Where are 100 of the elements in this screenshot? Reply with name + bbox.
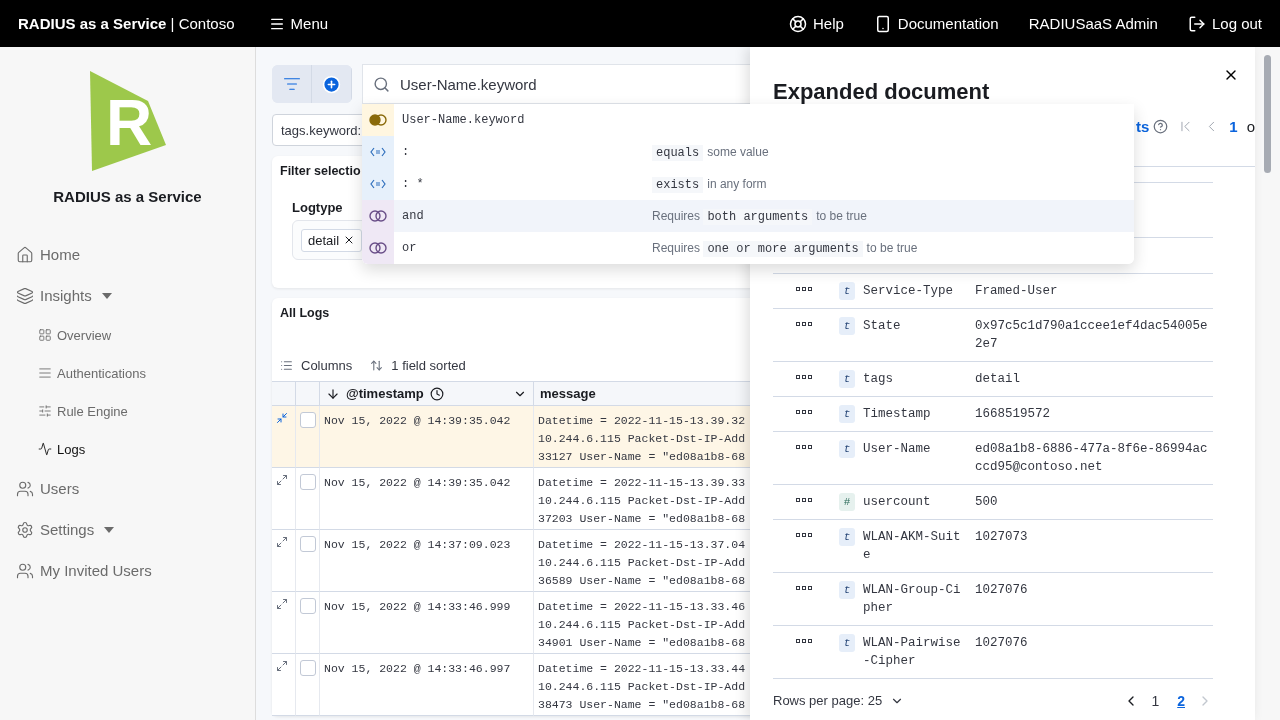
suggestion-item[interactable]: and Requires both arguments to be true (362, 200, 1134, 232)
filter-icon[interactable] (282, 75, 301, 93)
nav-item[interactable]: Insights (16, 275, 255, 316)
actions-icon[interactable] (796, 375, 812, 379)
actions-icon[interactable] (796, 287, 812, 291)
scrollbar-thumb[interactable] (1264, 55, 1271, 173)
column-header[interactable]: message (534, 381, 750, 406)
row-checkbox[interactable] (300, 474, 316, 490)
expand-icon[interactable] (276, 660, 288, 672)
field-value: 1668519572 (975, 406, 1051, 423)
timestamp-cell: Nov 15, 2022 @ 14:33:46.997 (320, 654, 534, 716)
field-value: ed08a1b8-6886-477a-8f6e-86994acccd95@contoso.net (975, 441, 1208, 476)
operator-icon (370, 147, 386, 157)
brand-title: RADIUS as a Service | Contoso (18, 15, 235, 32)
nav-item[interactable]: Settings (16, 509, 255, 550)
suggestion-item[interactable]: or Requires one or more arguments to be true (362, 232, 1134, 264)
header-link[interactable]: RADIUSaaS Admin (1028, 15, 1158, 32)
field-type-badge: # (839, 493, 855, 511)
sort-button[interactable]: 1 field sorted (370, 358, 466, 373)
field-type-badge: t (839, 282, 855, 300)
field-type-badge: t (839, 317, 855, 335)
actions-icon[interactable] (796, 445, 812, 449)
field-name: State (862, 318, 902, 335)
filter-chip[interactable]: detail (301, 228, 363, 252)
search-field[interactable]: User-Name.keyword (362, 64, 750, 104)
field-value: 500 (975, 494, 999, 511)
sort-icon[interactable] (370, 359, 384, 372)
flyout-title: Expanded document (773, 78, 991, 106)
page-button[interactable]: 1 (1145, 692, 1166, 709)
suggestion-item[interactable]: User-Name.keyword (362, 104, 1134, 136)
suggestion-item[interactable]: : equals some value (362, 136, 1134, 168)
header-link[interactable]: Log out (1187, 14, 1262, 33)
header-link[interactable]: Documentation (873, 14, 999, 33)
actions-icon[interactable] (796, 322, 812, 326)
column-header[interactable]: @timestamp (320, 381, 534, 406)
page-number[interactable]: 1 (1229, 118, 1238, 135)
actions-icon[interactable] (796, 639, 812, 643)
field-type-badge: t (839, 370, 855, 388)
page-button[interactable]: 2 (1171, 692, 1191, 709)
message-cell: Datetime = 2022-11-15-13.39.32 10.244.6.115 Packet-Dst-IP-Add 33127 User-Name = "ed08a1b8-68 (534, 406, 750, 468)
page-total-text: o (1246, 118, 1255, 135)
field-type-badge: t (839, 440, 855, 458)
operator-icon (370, 179, 386, 189)
timestamp-cell: Nov 15, 2022 @ 14:39:35.042 (320, 406, 534, 468)
intersect-icon (369, 242, 387, 254)
fields-link[interactable]: ts (1135, 118, 1150, 135)
suggestion-item[interactable]: : * exists in any form (362, 168, 1134, 200)
timestamp-cell: Nov 15, 2022 @ 14:37:09.023 (320, 530, 534, 592)
users-icon (16, 479, 34, 498)
panel-title: All Logs (280, 306, 330, 320)
field-name: WLAN-AKM-Suite (862, 529, 961, 564)
activity-icon (38, 442, 52, 456)
field-type-badge: t (839, 405, 855, 423)
list-icon[interactable] (280, 359, 293, 372)
actions-icon[interactable] (796, 410, 812, 414)
lifebuoy-icon[interactable] (788, 14, 807, 33)
expand-icon[interactable] (276, 536, 288, 548)
row-checkbox[interactable] (300, 660, 316, 676)
nav-subitem[interactable]: Rule Engine (16, 392, 255, 430)
nav-item[interactable]: My Invited Users (16, 550, 255, 591)
row-checkbox[interactable] (300, 536, 316, 552)
menu-button[interactable]: Menu (268, 15, 329, 32)
nav-subitem[interactable]: Authentications (16, 354, 255, 392)
collapse-icon[interactable] (276, 412, 288, 424)
actions-icon[interactable] (796, 498, 812, 502)
app-name: RADIUS as a Service (53, 188, 202, 205)
field-type-badge: t (839, 528, 855, 546)
field-name: WLAN-Group-Cipher (862, 582, 961, 617)
row-checkbox[interactable] (300, 598, 316, 614)
list-icon (38, 366, 52, 380)
actions-icon[interactable] (796, 533, 812, 537)
timestamp-cell: Nov 15, 2022 @ 14:39:35.042 (320, 468, 534, 530)
nav-item[interactable]: Users (16, 468, 255, 509)
nav-subitem[interactable]: Logs (16, 430, 255, 468)
logout-icon[interactable] (1187, 14, 1206, 33)
header-link[interactable]: Help (788, 14, 844, 33)
arrow-down-icon[interactable] (326, 386, 340, 401)
rows-per-page-button[interactable]: Rows per page: 25 (773, 693, 905, 708)
field-value: 1027076 (975, 635, 1029, 652)
field-icon (369, 114, 387, 126)
field-value: 1027073 (975, 529, 1029, 546)
sliders-icon (38, 404, 52, 418)
header-cell (296, 381, 320, 406)
intersect-icon (369, 210, 387, 222)
expand-icon[interactable] (276, 474, 288, 486)
plus-icon[interactable] (322, 74, 341, 94)
nav-item[interactable]: Home (16, 234, 255, 275)
settings-icon (16, 520, 34, 539)
field-type-badge: t (839, 581, 855, 599)
logo: R (87, 71, 168, 171)
nav-subitem[interactable]: Overview (16, 316, 255, 354)
row-checkbox[interactable] (300, 412, 316, 428)
field-value: Framed-User (975, 283, 1059, 300)
actions-icon[interactable] (796, 586, 812, 590)
field-type-badge: t (839, 634, 855, 652)
grid-icon (38, 328, 52, 342)
layers-icon (16, 286, 34, 305)
columns-button[interactable]: Columns (280, 358, 353, 373)
expand-icon[interactable] (276, 598, 288, 610)
help-icon[interactable] (1153, 119, 1169, 134)
